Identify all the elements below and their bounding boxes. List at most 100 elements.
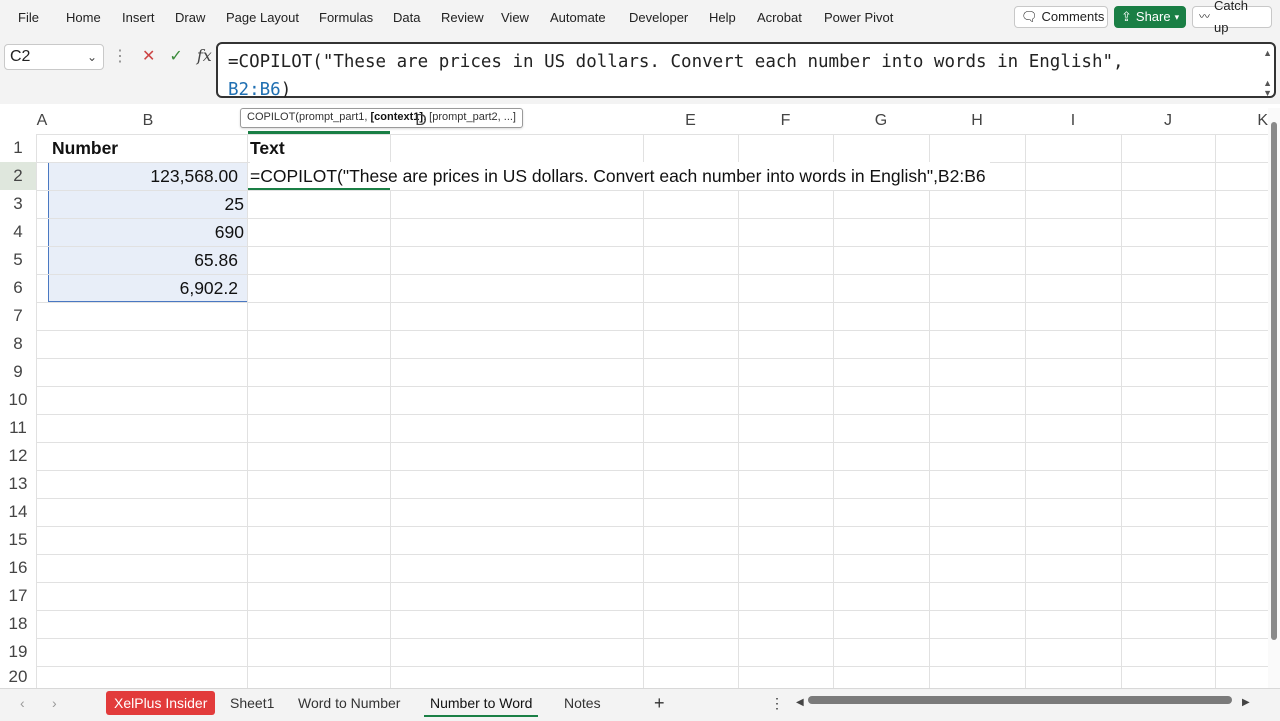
column-header-a[interactable]: A <box>36 108 48 134</box>
share-icon: ⇪ <box>1121 9 1132 24</box>
formula-bar[interactable]: =COPILOT("These are prices in US dollars… <box>216 42 1276 100</box>
row-header[interactable]: 15 <box>0 526 36 554</box>
comment-icon: 🗨 <box>1021 9 1038 24</box>
menu-data[interactable]: Data <box>393 10 420 25</box>
column-header-j[interactable]: J <box>1121 108 1215 134</box>
name-box-value: C2 <box>10 48 31 65</box>
row-header[interactable]: 4 <box>0 218 36 246</box>
row-header[interactable]: 13 <box>0 470 36 498</box>
row-header[interactable]: 9 <box>0 358 36 386</box>
cell-b6[interactable]: 6,902.2 <box>48 274 238 302</box>
grid-line <box>36 666 1268 667</box>
share-button[interactable]: ⇪ Share ▾ <box>1114 6 1186 28</box>
grid-line <box>36 610 1268 611</box>
more-options-icon[interactable]: ⋮ <box>764 691 790 715</box>
sheet-tab-notes[interactable]: Notes <box>558 691 607 715</box>
sheet-tab-sheet1[interactable]: Sheet1 <box>224 691 280 715</box>
menu-home[interactable]: Home <box>66 10 101 25</box>
grid-line <box>36 386 1268 387</box>
function-signature-tooltip: COPILOT(prompt_part1, [context1], [promp… <box>240 108 523 128</box>
formula-text[interactable]: =COPILOT("These are prices in US dollars… <box>228 48 1248 104</box>
menu-acrobat[interactable]: Acrobat <box>757 10 802 25</box>
cell-b5[interactable]: 65.86 <box>48 246 238 274</box>
tab-scroll-left-icon[interactable]: ‹ <box>14 691 31 715</box>
column-header-b[interactable]: B <box>48 108 248 134</box>
enter-icon[interactable]: ✓ <box>169 46 182 66</box>
active-cell-border <box>248 188 390 190</box>
scroll-thumb[interactable] <box>1271 122 1277 640</box>
formula-bar-scroll[interactable]: ▲ ▲ ▼ <box>1263 48 1272 98</box>
column-header-g[interactable]: G <box>833 108 929 134</box>
tab-scroll-right-icon[interactable]: › <box>46 691 63 715</box>
row-header[interactable]: 8 <box>0 330 36 358</box>
row-header[interactable]: 5 <box>0 246 36 274</box>
row-header[interactable]: 19 <box>0 638 36 666</box>
row-header[interactable]: 7 <box>0 302 36 330</box>
catch-up-label: Catch up <box>1214 0 1248 35</box>
tooltip-fn: COPILOT(prompt_part1, <box>247 111 371 123</box>
column-header-h[interactable]: H <box>929 108 1025 134</box>
cell-b4[interactable]: 690 <box>48 218 244 246</box>
menu-view[interactable]: View <box>501 10 529 25</box>
menu-developer[interactable]: Developer <box>629 10 688 25</box>
row-header[interactable]: 12 <box>0 442 36 470</box>
row-header[interactable]: 6 <box>0 274 36 302</box>
menu-help[interactable]: Help <box>709 10 736 25</box>
menu-automate[interactable]: Automate <box>550 10 606 25</box>
grid-line <box>36 638 1268 639</box>
add-sheet-icon[interactable]: + <box>648 691 671 715</box>
cell-b1[interactable]: Number <box>52 134 118 162</box>
grid-line <box>36 330 1268 331</box>
cell-c1[interactable]: Text <box>250 134 285 162</box>
column-header-e[interactable]: E <box>643 108 738 134</box>
sheet-tab-number-to-word[interactable]: Number to Word <box>424 691 539 717</box>
cell-c2-active[interactable]: =COPILOT("These are prices in US dollars… <box>250 162 990 190</box>
column-header-i[interactable]: I <box>1025 108 1121 134</box>
vertical-scrollbar[interactable] <box>1268 108 1280 688</box>
cell-b2[interactable]: 123,568.00 <box>48 162 238 190</box>
grid-line <box>36 134 1268 135</box>
cancel-icon[interactable]: ✕ <box>142 46 155 66</box>
row-header[interactable]: 11 <box>0 414 36 442</box>
grid-line <box>36 414 1268 415</box>
column-header-f[interactable]: F <box>738 108 833 134</box>
comments-button[interactable]: 🗨 Comments <box>1014 6 1108 28</box>
row-header[interactable]: 1 <box>0 134 36 162</box>
horizontal-scrollbar[interactable] <box>808 696 1232 704</box>
menu-review[interactable]: Review <box>441 10 484 25</box>
formula-tools: ⋮ ✕ ✓ fx <box>112 46 212 66</box>
sheet-tab-word-to-number[interactable]: Word to Number <box>292 691 406 715</box>
column-header-k[interactable]: K <box>1215 108 1268 134</box>
grid-line <box>36 358 1268 359</box>
grid-line <box>36 582 1268 583</box>
row-header[interactable]: 10 <box>0 386 36 414</box>
row-header[interactable]: 14 <box>0 498 36 526</box>
menu-page-layout[interactable]: Page Layout <box>226 10 299 25</box>
scroll-right-arrow-icon[interactable]: ▶ <box>1236 691 1256 715</box>
column-header-d[interactable]: D <box>390 108 452 134</box>
sheet-tab-bar: ‹ › XelPlus Insider Sheet1 Word to Numbe… <box>0 688 1280 721</box>
name-box[interactable]: C2 ⌄ <box>4 44 104 70</box>
menu-formulas[interactable]: Formulas <box>319 10 373 25</box>
menu-draw[interactable]: Draw <box>175 10 205 25</box>
row-header[interactable]: 20 <box>0 666 36 688</box>
row-header[interactable]: 17 <box>0 582 36 610</box>
pulse-icon: 〰 <box>1199 11 1210 23</box>
row-header[interactable]: 2 <box>0 162 36 190</box>
chevron-down-icon[interactable]: ⌄ <box>87 45 97 69</box>
grid-line <box>36 302 1268 303</box>
cell-b3[interactable]: 25 <box>48 190 244 218</box>
row-header[interactable]: 16 <box>0 554 36 582</box>
menu-power-pivot[interactable]: Power Pivot <box>824 10 893 25</box>
sheet-tab-xelplus-insider[interactable]: XelPlus Insider <box>106 691 216 715</box>
menu-insert[interactable]: Insert <box>122 10 155 25</box>
insert-function-icon[interactable]: fx <box>197 46 212 66</box>
grid-line <box>36 498 1268 499</box>
catch-up-button[interactable]: 〰 Catch up <box>1192 0 1272 35</box>
scroll-left-arrow-icon[interactable]: ◀ <box>790 691 810 715</box>
row-header[interactable]: 18 <box>0 610 36 638</box>
menu-file[interactable]: File <box>18 10 39 25</box>
grid-line <box>36 470 1268 471</box>
comments-label: Comments <box>1041 9 1105 24</box>
row-header[interactable]: 3 <box>0 190 36 218</box>
